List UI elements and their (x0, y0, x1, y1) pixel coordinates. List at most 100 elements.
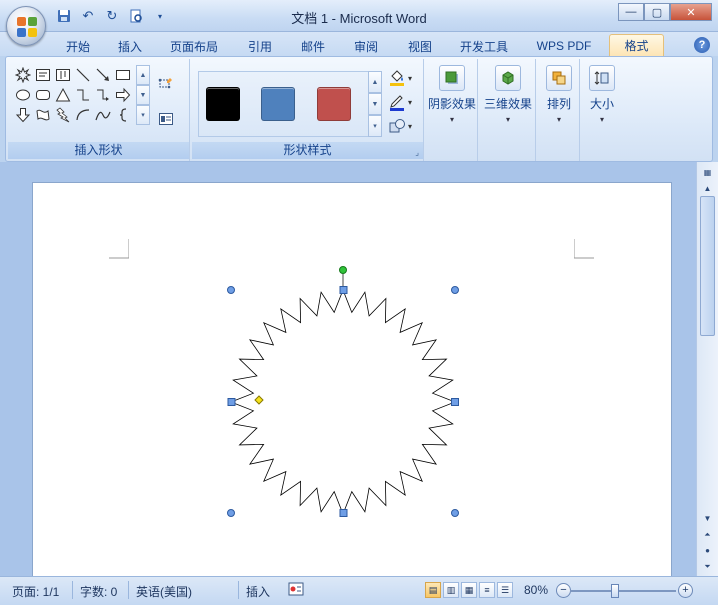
office-button[interactable] (6, 6, 46, 46)
ribbon-tabs: 开始 插入 页面布局 引用 邮件 审阅 视图 开发工具 WPS PDF 格式 ? (0, 32, 718, 56)
zoom-level[interactable]: 80% (524, 583, 548, 597)
tab-view[interactable]: 视图 (400, 36, 440, 56)
scroll-up-icon[interactable]: ▲ (700, 182, 715, 196)
page-count[interactable]: 页面: 1/1 (12, 583, 59, 600)
outline-view-icon[interactable]: ≡ (479, 582, 495, 598)
rounded-rectangle-icon[interactable] (33, 85, 53, 105)
elbow-connector-icon[interactable] (73, 85, 93, 105)
maximize-button[interactable]: ▢ (644, 3, 670, 21)
resize-handle-left[interactable] (227, 398, 236, 406)
style-swatch-red[interactable] (317, 87, 351, 121)
shadow-effects-group: 阴影效果 ▾ (426, 59, 478, 161)
resize-handle-bottom[interactable] (339, 509, 348, 517)
resize-handle-right[interactable] (451, 398, 459, 406)
tab-wps-pdf[interactable]: WPS PDF (530, 36, 598, 56)
left-brace-icon[interactable] (113, 105, 133, 125)
style-swatch-black[interactable] (206, 87, 240, 121)
full-screen-reading-view-icon[interactable]: ▥ (443, 582, 459, 598)
tab-insert[interactable]: 插入 (110, 36, 150, 56)
down-arrow-icon[interactable] (13, 105, 33, 125)
dialog-launcher-icon[interactable]: ⌟ (415, 148, 419, 157)
resize-handle-top[interactable] (339, 286, 348, 294)
shape-styles-label: 形状样式 (192, 142, 423, 159)
resize-handle-top-left[interactable] (227, 286, 235, 294)
ruler-toggle-icon[interactable]: ▦ (700, 166, 715, 180)
macro-record-icon[interactable] (288, 582, 304, 599)
close-button[interactable]: ✕ (670, 3, 712, 21)
textbox-icon[interactable] (33, 65, 53, 85)
tab-page-layout[interactable]: 页面布局 (164, 36, 224, 56)
resize-handle-top-right[interactable] (451, 286, 459, 294)
dropdown-arrow-icon: ▾ (556, 115, 561, 124)
tab-developer[interactable]: 开发工具 (455, 36, 513, 56)
size-button[interactable]: 大小 ▾ (584, 65, 620, 124)
triangle-icon[interactable] (53, 85, 73, 105)
tab-mailings[interactable]: 邮件 (293, 36, 333, 56)
zoom-slider[interactable] (570, 590, 676, 592)
arc-icon[interactable] (73, 105, 93, 125)
styles-gallery-scroll: ▲ ▼ ▾ (368, 71, 382, 137)
shadow-effects-button[interactable]: 阴影效果 ▾ (428, 65, 476, 124)
document-page[interactable] (32, 182, 672, 582)
rotation-handle[interactable] (339, 266, 347, 274)
arrange-button[interactable]: 排列 ▾ (540, 65, 578, 124)
tab-home[interactable]: 开始 (58, 36, 98, 56)
tab-references[interactable]: 引用 (240, 36, 280, 56)
style-swatch-blue[interactable] (261, 87, 295, 121)
resize-handle-bottom-right[interactable] (451, 509, 459, 517)
vertical-textbox-icon[interactable] (53, 65, 73, 85)
window-title: 文档 1 - Microsoft Word (291, 11, 427, 26)
rectangle-icon[interactable] (113, 65, 133, 85)
resize-handle-bottom-left[interactable] (227, 509, 235, 517)
dropdown-arrow-icon: ▾ (505, 115, 510, 124)
scroll-thumb[interactable] (700, 196, 715, 336)
scroll-down-icon[interactable]: ▼ (700, 512, 715, 526)
zoom-in-icon[interactable]: + (678, 583, 693, 598)
zoom-out-icon[interactable]: − (556, 583, 571, 598)
curve-icon[interactable] (93, 105, 113, 125)
dropdown-arrow-icon: ▾ (449, 115, 454, 124)
vertical-scrollbar[interactable]: ▦ ▲ ▼ ⏶ ● ⏷ (696, 162, 718, 576)
lightning-icon[interactable] (53, 105, 73, 125)
gallery-scroll-up-icon[interactable]: ▲ (136, 65, 150, 85)
3d-effects-group: 三维效果 ▾ (480, 59, 536, 161)
change-shape-button[interactable]: ▾ (388, 117, 412, 135)
oval-icon[interactable] (13, 85, 33, 105)
adjust-handle[interactable] (254, 395, 264, 405)
styles-more-icon[interactable]: ▾ (368, 115, 382, 137)
insert-mode[interactable]: 插入 (246, 583, 270, 600)
print-layout-view-icon[interactable]: ▤ (425, 582, 441, 598)
line-icon[interactable] (73, 65, 93, 85)
edit-shape-icon[interactable] (156, 73, 176, 93)
shape-outline-button[interactable]: ▾ (388, 93, 412, 111)
word-count[interactable]: 字数: 0 (80, 583, 117, 600)
select-browse-object-icon[interactable]: ● (700, 544, 715, 558)
draw-textbox-icon[interactable] (156, 109, 176, 129)
minimize-button[interactable]: — (618, 3, 644, 21)
web-layout-view-icon[interactable]: ▦ (461, 582, 477, 598)
styles-scroll-down-icon[interactable]: ▼ (368, 93, 382, 115)
previous-page-icon[interactable]: ⏶ (700, 528, 715, 542)
elbow-arrow-connector-icon[interactable] (93, 85, 113, 105)
office-logo-icon (17, 17, 37, 37)
language-indicator[interactable]: 英语(美国) (136, 583, 192, 600)
arrow-line-icon[interactable] (93, 65, 113, 85)
seal-shape[interactable] (229, 288, 457, 516)
right-arrow-icon[interactable] (113, 85, 133, 105)
tab-format[interactable]: 格式 (609, 34, 664, 56)
arrange-group: 排列 ▾ (538, 59, 580, 161)
shape-fill-button[interactable]: ▾ (388, 69, 412, 87)
gallery-scroll-down-icon[interactable]: ▼ (136, 85, 150, 105)
next-page-icon[interactable]: ⏷ (700, 560, 715, 574)
shape-burst-icon[interactable] (13, 65, 33, 85)
shape-styles-group: ▲ ▼ ▾ ▾ ▾ ▾ 形状样式 ⌟ (192, 59, 424, 161)
gallery-more-icon[interactable]: ▾ (136, 105, 150, 125)
zoom-slider-knob[interactable] (611, 584, 619, 598)
help-icon[interactable]: ? (694, 37, 710, 53)
shadow-icon (439, 65, 465, 91)
wave-icon[interactable] (33, 105, 53, 125)
styles-scroll-up-icon[interactable]: ▲ (368, 71, 382, 93)
tab-review[interactable]: 审阅 (346, 36, 386, 56)
3d-effects-button[interactable]: 三维效果 ▾ (482, 65, 534, 124)
draft-view-icon[interactable]: ☰ (497, 582, 513, 598)
